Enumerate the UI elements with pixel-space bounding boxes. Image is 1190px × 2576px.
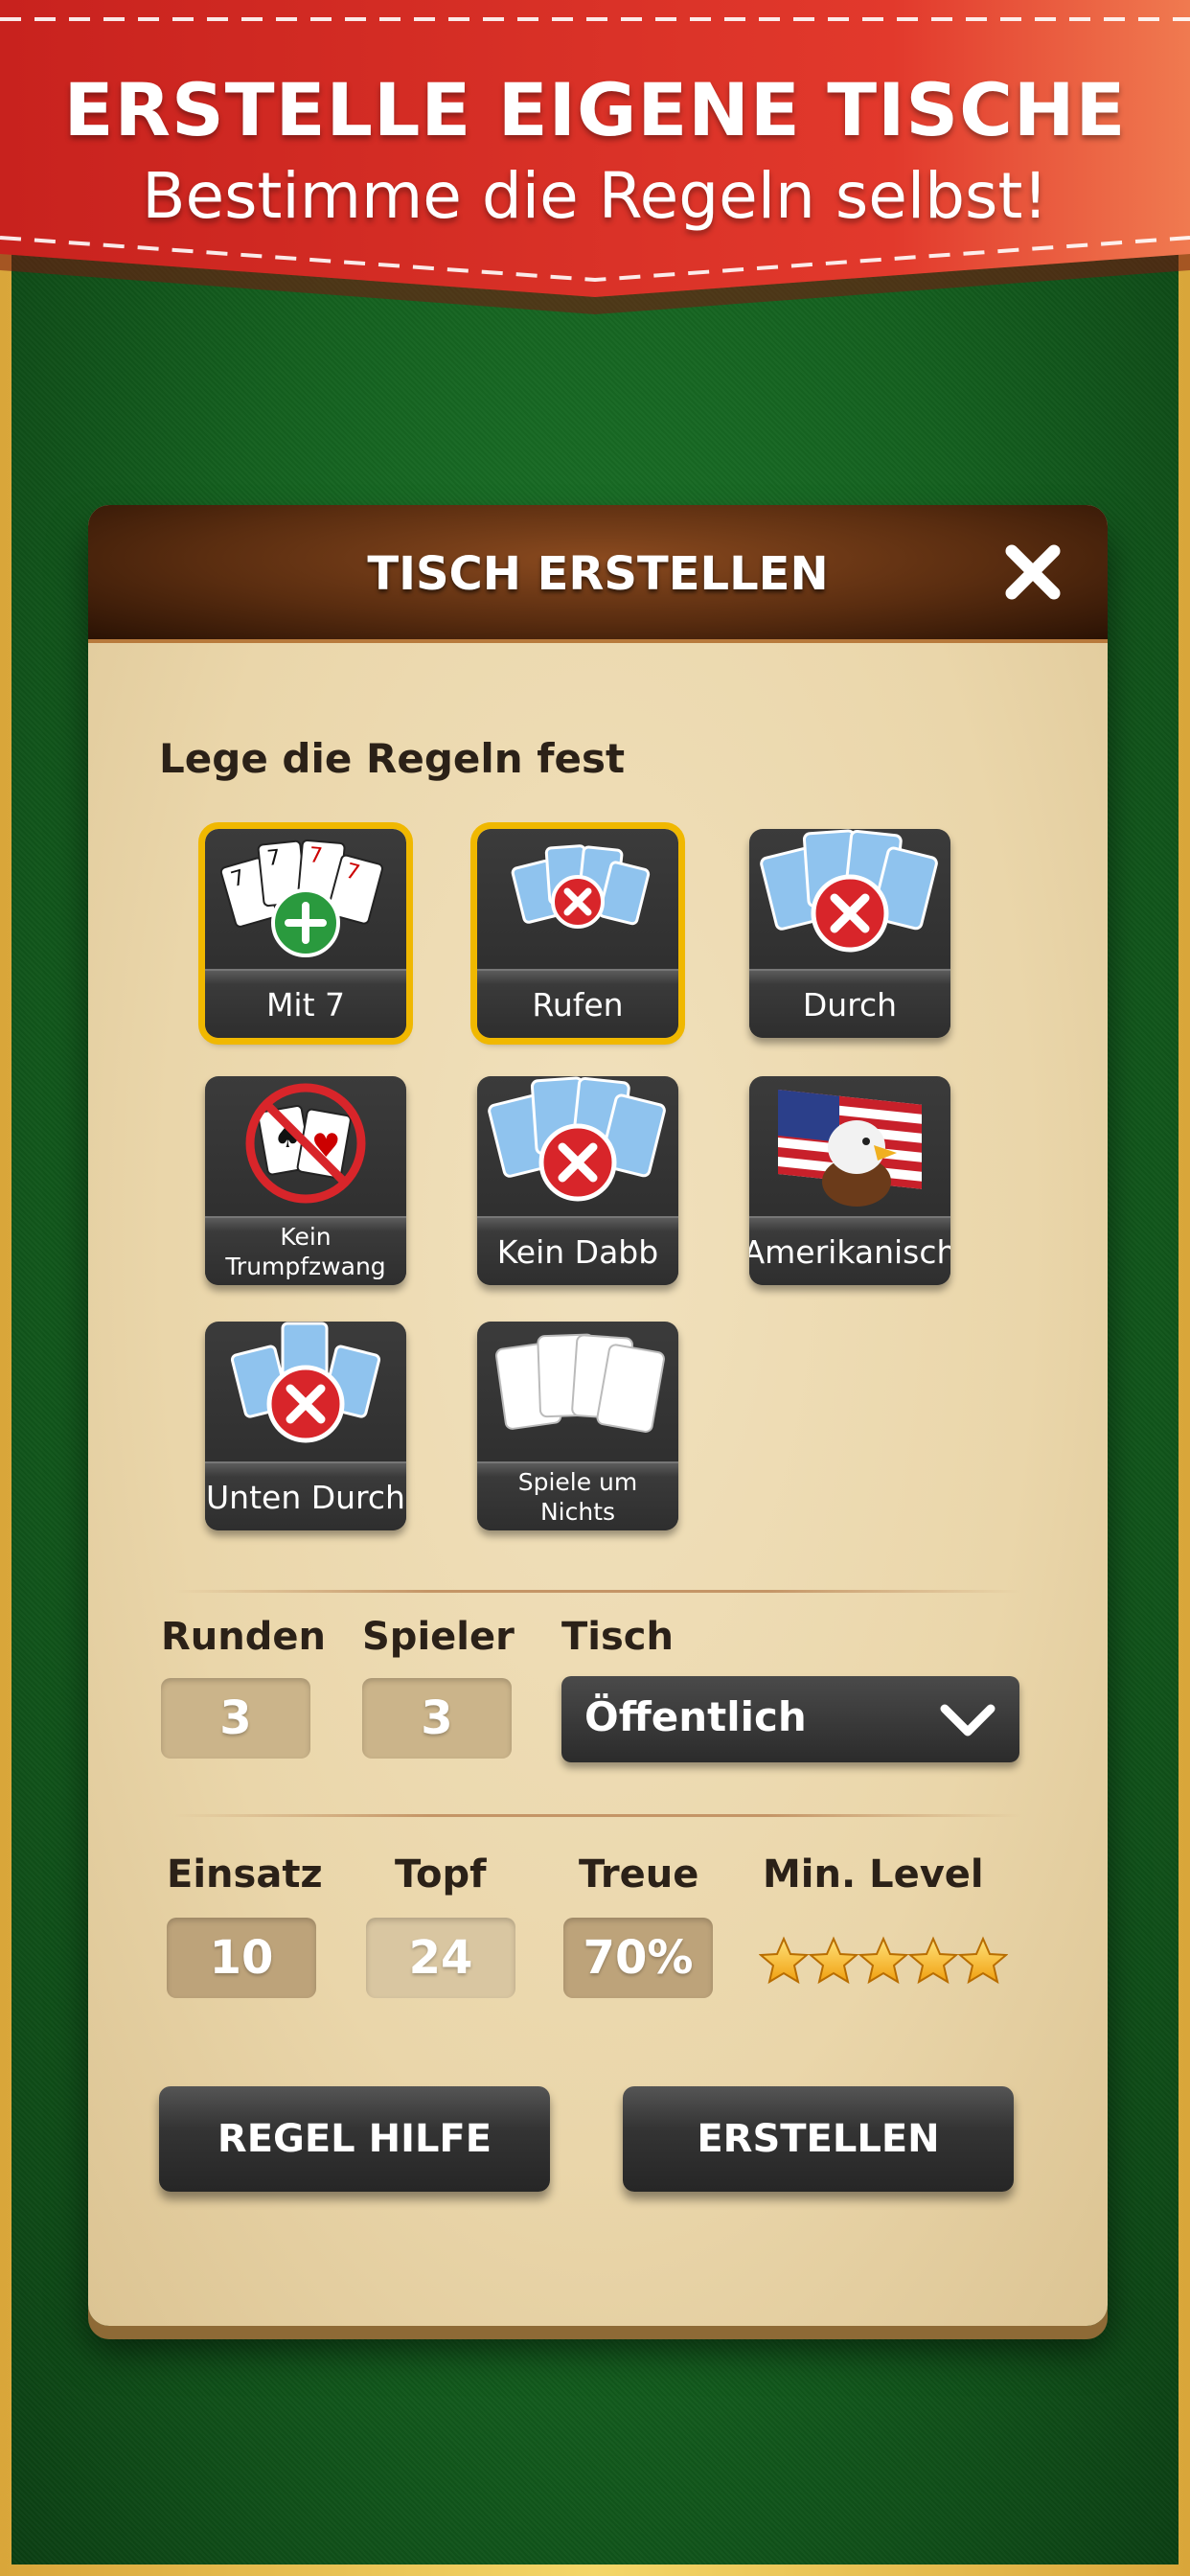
create-button[interactable]: ERSTELLEN	[623, 2086, 1014, 2192]
svg-text:7: 7	[309, 843, 324, 868]
tile-label: Unten Durch	[205, 1461, 406, 1530]
min-level-stars[interactable]	[759, 1933, 1008, 1990]
create-table-dialog: TISCH ERSTELLEN Lege die Regeln fest 7 7…	[88, 505, 1108, 2326]
rule-tile-unten-durch[interactable]: Unten Durch	[205, 1322, 406, 1530]
rule-tile-kein-trumpfzwang[interactable]: ♠ ♥ Kein Trumpfzwang	[205, 1076, 406, 1285]
divider	[174, 1590, 1021, 1593]
treue-label: Treue	[579, 1852, 699, 1897]
treue-input[interactable]: 70%	[563, 1918, 713, 1998]
star-icon	[810, 1938, 858, 1983]
svg-text:7: 7	[265, 846, 282, 871]
eagle-flag-icon	[778, 1090, 922, 1207]
einsatz-label: Einsatz	[167, 1852, 323, 1897]
blank-cards-icon	[495, 1333, 665, 1433]
cards-x-icon	[511, 844, 651, 929]
promo-banner: ERSTELLE EIGENE TISCHE Bestimme die Rege…	[0, 0, 1190, 316]
runden-input[interactable]: 3	[161, 1678, 310, 1759]
rule-tile-amerikanisch[interactable]: Amerikanisch	[749, 1076, 950, 1285]
star-icon	[760, 1938, 808, 1983]
rule-tile-mit7[interactable]: 7 7 7 7 Mit 7	[198, 822, 413, 1045]
rule-tile-kein-dabb[interactable]: Kein Dabb	[477, 1076, 678, 1285]
no-trump-icon: ♠ ♥	[245, 1083, 366, 1204]
tisch-select-value: Öffentlich	[584, 1693, 807, 1740]
close-button[interactable]	[1000, 540, 1065, 605]
rule-tile-durch[interactable]: Durch	[749, 829, 950, 1038]
rule-tile-spiele-um-nichts[interactable]: Spiele um Nichts	[477, 1322, 678, 1530]
tile-label: Kein Dabb	[477, 1216, 678, 1285]
rules-heading: Lege die Regeln fest	[159, 735, 626, 782]
star-icon	[909, 1938, 957, 1983]
cards-x-icon	[230, 1322, 381, 1443]
tile-label: Rufen	[477, 969, 678, 1038]
dialog-title: TISCH ERSTELLEN	[367, 547, 829, 601]
tisch-label: Tisch	[561, 1615, 674, 1659]
minlevel-label: Min. Level	[763, 1852, 984, 1897]
tile-label: Spiele um Nichts	[477, 1461, 678, 1530]
banner-title: ERSTELLE EIGENE TISCHE	[63, 67, 1127, 152]
spieler-input[interactable]: 3	[362, 1678, 512, 1759]
banner-subtitle: Bestimme die Regeln selbst!	[142, 159, 1048, 233]
cards-x-icon	[760, 829, 938, 953]
tile-label: Kein Trumpfzwang	[205, 1216, 406, 1285]
tisch-select[interactable]: Öffentlich	[561, 1676, 1019, 1762]
cards-plus-icon: 7 7 7 7	[219, 839, 383, 957]
einsatz-input[interactable]: 10	[167, 1918, 316, 1998]
runden-label: Runden	[161, 1615, 326, 1659]
tile-label: Mit 7	[205, 969, 406, 1038]
tile-label: Durch	[749, 969, 950, 1038]
spieler-label: Spieler	[362, 1615, 515, 1659]
topf-value: 24	[366, 1918, 515, 1998]
divider	[174, 1814, 1021, 1817]
tile-label: Amerikanisch	[749, 1216, 950, 1285]
banner-ribbon	[0, 0, 1190, 314]
rule-tile-rufen[interactable]: Rufen	[470, 822, 685, 1045]
chevron-down-icon	[940, 1704, 995, 1736]
star-icon	[959, 1938, 1007, 1983]
topf-label: Topf	[395, 1852, 487, 1897]
close-icon	[1005, 544, 1061, 600]
star-icon	[859, 1938, 907, 1983]
rule-help-button[interactable]: REGEL HILFE	[159, 2086, 550, 2192]
dialog-header: TISCH ERSTELLEN	[88, 505, 1108, 643]
cards-x-icon	[488, 1076, 666, 1202]
